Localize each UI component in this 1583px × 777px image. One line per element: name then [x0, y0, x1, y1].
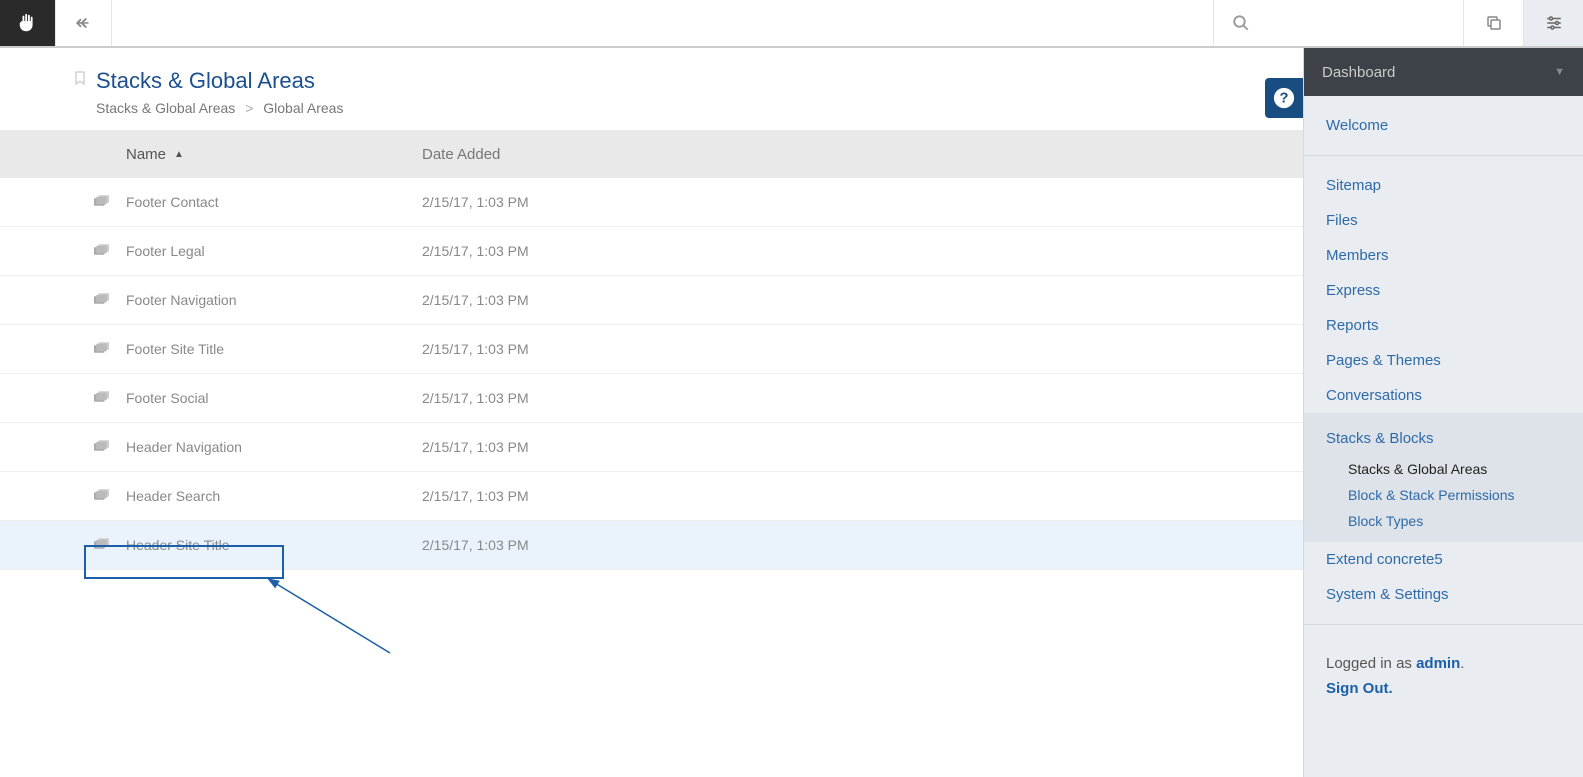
annotation-arrow — [260, 568, 400, 668]
stack-icon — [94, 538, 126, 552]
stack-icon — [94, 489, 126, 503]
stack-icon — [94, 342, 126, 356]
column-name-label: Name — [126, 146, 166, 163]
login-suffix: . — [1460, 655, 1464, 672]
stack-icon — [94, 293, 126, 307]
arrow-left-icon — [75, 14, 93, 32]
sidebar-item[interactable]: Extend concrete5 — [1304, 542, 1583, 577]
column-header-date[interactable]: Date Added — [422, 146, 1303, 163]
row-name: Footer Legal — [126, 243, 422, 259]
sort-asc-icon: ▲ — [174, 149, 184, 160]
table-row[interactable]: Footer Social2/15/17, 1:03 PM — [0, 374, 1303, 423]
table-row[interactable]: Header Site Title2/15/17, 1:03 PM — [0, 521, 1303, 570]
row-name: Header Navigation — [126, 439, 422, 455]
table-row[interactable]: Footer Site Title2/15/17, 1:03 PM — [0, 325, 1303, 374]
row-name: Footer Navigation — [126, 292, 422, 308]
row-date: 2/15/17, 1:03 PM — [422, 243, 1303, 259]
login-user[interactable]: admin — [1416, 655, 1460, 672]
help-button[interactable]: ? — [1265, 78, 1303, 118]
sidebar-subitem[interactable]: Block Types — [1304, 508, 1583, 534]
table-body: Footer Contact2/15/17, 1:03 PMFooter Leg… — [0, 178, 1303, 570]
copy-button[interactable] — [1463, 0, 1523, 46]
sidebar-item[interactable]: Conversations — [1304, 378, 1583, 413]
table-row[interactable]: Footer Contact2/15/17, 1:03 PM — [0, 178, 1303, 227]
bookmark-icon[interactable] — [72, 68, 88, 88]
sidebar-item[interactable]: Reports — [1304, 308, 1583, 343]
sidebar-header[interactable]: Dashboard ▼ — [1304, 48, 1583, 96]
row-date: 2/15/17, 1:03 PM — [422, 488, 1303, 504]
row-name: Header Search — [126, 488, 422, 504]
row-date: 2/15/17, 1:03 PM — [422, 537, 1303, 553]
sidebar-group-active: Stacks & BlocksStacks & Global AreasBloc… — [1304, 413, 1583, 542]
stack-icon — [94, 391, 126, 405]
breadcrumb-separator: > — [245, 100, 253, 116]
stack-icon — [94, 440, 126, 454]
row-date: 2/15/17, 1:03 PM — [422, 341, 1303, 357]
row-date: 2/15/17, 1:03 PM — [422, 292, 1303, 308]
toolbar-spacer — [112, 0, 1213, 46]
sidebar-login-status: Logged in as admin. Sign Out. — [1304, 637, 1583, 697]
row-date: 2/15/17, 1:03 PM — [422, 439, 1303, 455]
sliders-icon — [1545, 14, 1563, 32]
main-layout: Stacks & Global Areas Stacks & Global Ar… — [0, 48, 1583, 777]
sidebar-section-welcome: Welcome — [1304, 96, 1583, 156]
sidebar-subitem[interactable]: Stacks & Global Areas — [1304, 456, 1583, 482]
logo-button[interactable] — [0, 0, 56, 46]
table-row[interactable]: Footer Navigation2/15/17, 1:03 PM — [0, 276, 1303, 325]
stack-icon — [94, 195, 126, 209]
sidebar-section-nav: SitemapFilesMembersExpressReportsPages &… — [1304, 156, 1583, 625]
top-toolbar — [0, 0, 1583, 48]
login-prefix: Logged in as — [1326, 655, 1416, 672]
sidebar-item[interactable]: System & Settings — [1304, 577, 1583, 612]
row-name: Header Site Title — [126, 537, 422, 553]
sidebar-section-footer: Logged in as admin. Sign Out. — [1304, 625, 1583, 709]
table-row[interactable]: Footer Legal2/15/17, 1:03 PM — [0, 227, 1303, 276]
main-content: Stacks & Global Areas Stacks & Global Ar… — [0, 48, 1303, 777]
sidebar-subitem[interactable]: Block & Stack Permissions — [1304, 482, 1583, 508]
page-header: Stacks & Global Areas Stacks & Global Ar… — [0, 48, 1303, 130]
breadcrumb-parent[interactable]: Stacks & Global Areas — [96, 100, 235, 116]
page-title: Stacks & Global Areas — [96, 68, 1303, 94]
stack-icon — [94, 244, 126, 258]
column-date-label: Date Added — [422, 146, 500, 163]
svg-text:?: ? — [1280, 91, 1289, 107]
sidebar-item[interactable]: Members — [1304, 238, 1583, 273]
hand-logo-icon — [17, 12, 39, 34]
copy-icon — [1485, 14, 1503, 32]
row-date: 2/15/17, 1:03 PM — [422, 390, 1303, 406]
row-date: 2/15/17, 1:03 PM — [422, 194, 1303, 210]
stacks-table: Name ▲ Date Added Footer Contact2/15/17,… — [0, 130, 1303, 570]
breadcrumb: Stacks & Global Areas > Global Areas — [96, 100, 1303, 116]
table-row[interactable]: Header Navigation2/15/17, 1:03 PM — [0, 423, 1303, 472]
breadcrumb-current: Global Areas — [263, 100, 343, 116]
table-row[interactable]: Header Search2/15/17, 1:03 PM — [0, 472, 1303, 521]
chevron-down-icon: ▼ — [1554, 66, 1565, 78]
question-icon: ? — [1273, 87, 1295, 109]
search-icon — [1232, 14, 1250, 32]
table-header: Name ▲ Date Added — [0, 130, 1303, 178]
sidebar-item[interactable]: Express — [1304, 273, 1583, 308]
row-name: Footer Contact — [126, 194, 422, 210]
settings-button[interactable] — [1523, 0, 1583, 46]
sidebar-item-welcome[interactable]: Welcome — [1304, 108, 1583, 143]
column-header-name[interactable]: Name ▲ — [126, 146, 422, 163]
dashboard-sidebar: Dashboard ▼ Welcome SitemapFilesMembersE… — [1303, 48, 1583, 777]
back-button[interactable] — [56, 0, 112, 46]
search-button[interactable] — [1213, 0, 1463, 46]
row-name: Footer Site Title — [126, 341, 422, 357]
sidebar-item[interactable]: Files — [1304, 203, 1583, 238]
sidebar-item[interactable]: Pages & Themes — [1304, 343, 1583, 378]
sidebar-item[interactable]: Sitemap — [1304, 168, 1583, 203]
sidebar-item-stacks-blocks[interactable]: Stacks & Blocks — [1304, 421, 1583, 456]
signout-link[interactable]: Sign Out. — [1326, 680, 1561, 697]
sidebar-header-label: Dashboard — [1322, 64, 1395, 81]
row-name: Footer Social — [126, 390, 422, 406]
